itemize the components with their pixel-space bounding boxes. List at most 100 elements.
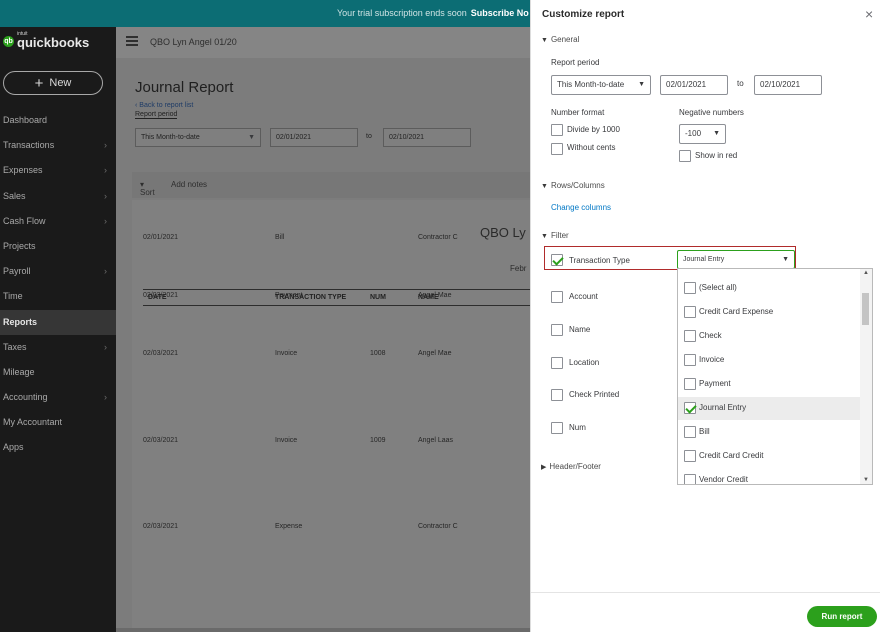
dropdown-option[interactable]: Bill — [678, 421, 860, 444]
account-checkbox[interactable] — [551, 291, 563, 303]
dropdown-option[interactable]: Credit Card Expense — [678, 301, 860, 324]
run-report-button[interactable]: Run report — [807, 606, 877, 627]
option-checkbox[interactable] — [684, 402, 696, 414]
negative-numbers-value: -100 — [685, 129, 702, 138]
option-checkbox[interactable] — [684, 330, 696, 342]
transaction-type-checkbox[interactable] — [551, 254, 563, 266]
show-in-red-checkbox[interactable] — [679, 150, 691, 162]
report-period-select[interactable]: This Month-to-date ▼ — [551, 75, 651, 95]
option-checkbox[interactable] — [684, 450, 696, 462]
sidebar-item-label: Time — [3, 291, 23, 302]
horizontal-scrollbar[interactable] — [116, 628, 530, 632]
transaction-type-label: Transaction Type — [569, 256, 630, 265]
sidebar-item-projects[interactable]: Projects — [0, 234, 116, 259]
sidebar-item-expenses[interactable]: Expenses › — [0, 158, 116, 183]
general-section-toggle[interactable]: ▼ General — [541, 35, 579, 44]
dropdown-option[interactable]: Invoice — [678, 349, 860, 372]
option-checkbox[interactable] — [684, 378, 696, 390]
scroll-up-icon[interactable]: ▲ — [863, 270, 869, 276]
new-button[interactable]: + New — [3, 71, 103, 95]
cell-date: 02/03/2021 — [143, 350, 179, 357]
name-checkbox[interactable] — [551, 324, 563, 336]
sidebar-item-my-accountant[interactable]: My Accountant — [0, 410, 116, 435]
sort-button[interactable]: Sort ▾ — [140, 180, 155, 197]
sidebar-item-transactions[interactable]: Transactions › — [0, 133, 116, 158]
dropdown-option[interactable]: Vendor Credit — [678, 469, 860, 484]
location-checkbox[interactable] — [551, 357, 563, 369]
report-body: QBO Ly Febr DATE TRANSACTION TYPE NUM NA… — [132, 200, 530, 632]
option-checkbox[interactable] — [684, 306, 696, 318]
dropdown-option[interactable]: Payment — [678, 373, 860, 396]
new-button-label: New — [49, 77, 72, 89]
sidebar-item-reports[interactable]: Reports — [0, 309, 116, 335]
header-footer-section-toggle[interactable]: ▶ Header/Footer — [541, 462, 601, 471]
sidebar-item-accounting[interactable]: Accounting › — [0, 385, 116, 410]
report-period-value: This Month-to-date — [557, 80, 625, 89]
quickbooks-logo[interactable]: qb intuit quickbooks — [3, 31, 113, 54]
subscribe-link[interactable]: Subscribe No — [471, 8, 529, 18]
table-row[interactable]: 02/03/2021 Expense Contractor C — [143, 523, 530, 535]
rows-columns-section-toggle[interactable]: ▼ Rows/Columns — [541, 181, 605, 190]
caret-down-icon: ▼ — [541, 233, 548, 240]
option-label: Check — [699, 331, 722, 340]
caret-right-icon: ▶ — [541, 464, 547, 471]
report-date-header: Febr — [510, 264, 527, 273]
transaction-type-select[interactable]: Journal Entry ▼ — [677, 250, 795, 269]
sidebar-item-taxes[interactable]: Taxes › — [0, 335, 116, 360]
option-checkbox[interactable] — [684, 426, 696, 438]
option-checkbox[interactable] — [684, 354, 696, 366]
hamburger-menu-icon[interactable] — [126, 36, 138, 46]
close-icon[interactable]: × — [865, 6, 873, 22]
table-row[interactable]: 02/01/2021 Bill Contractor C — [143, 234, 530, 246]
divide-by-1000-checkbox[interactable] — [551, 124, 563, 136]
sidebar-item-label: Apps — [3, 442, 24, 453]
dropdown-option[interactable]: Journal Entry — [678, 397, 860, 420]
back-to-report-list-link[interactable]: ‹ Back to report list — [135, 102, 193, 109]
num-checkbox[interactable] — [551, 422, 563, 434]
table-row[interactable]: 02/03/2021 Invoice 1009 Angel Laas — [143, 437, 530, 449]
cell-num: 1009 — [370, 437, 386, 444]
sidebar-item-mileage[interactable]: Mileage — [0, 360, 116, 385]
date-to-input[interactable]: 02/10/2021 — [754, 75, 822, 95]
table-row[interactable]: 02/03/2021 Invoice 1008 Angel Mae — [143, 350, 530, 362]
scroll-down-icon[interactable]: ▼ — [863, 477, 869, 483]
dropdown-scrollbar[interactable]: ▲ ▼ — [860, 269, 872, 484]
option-label: Vendor Credit — [699, 475, 748, 484]
add-notes-button[interactable]: Add notes — [171, 180, 207, 189]
sidebar-item-dashboard[interactable]: Dashboard — [0, 108, 116, 133]
to-label: to — [737, 79, 744, 88]
num-label: Num — [569, 423, 586, 432]
sidebar-item-sales[interactable]: Sales › — [0, 184, 116, 209]
negative-numbers-select[interactable]: -100 ▼ — [679, 124, 726, 144]
back-link-text: Back to report list — [139, 102, 194, 109]
dropdown-option[interactable]: Check — [678, 325, 860, 348]
date-from-input[interactable]: 02/01/2021 — [660, 75, 728, 95]
qb-logo-icon: qb — [3, 36, 14, 47]
report-period-select[interactable]: This Month-to-date ▼ — [135, 128, 261, 147]
check-printed-checkbox[interactable] — [551, 389, 563, 401]
cell-name: Contractor C — [418, 523, 458, 530]
panel-title: Customize report — [542, 9, 625, 20]
dropdown-option[interactable]: (Select all) — [678, 277, 860, 300]
table-row[interactable]: 02/02/2021 Payment Angel Mae — [143, 292, 530, 304]
cell-type: Bill — [275, 234, 285, 241]
date-from-input[interactable]: 02/01/2021 — [270, 128, 358, 147]
name-label: Name — [569, 325, 591, 334]
date-to-input[interactable]: 02/10/2021 — [383, 128, 471, 147]
report-period-label: Report period — [551, 58, 600, 67]
sidebar-item-time[interactable]: Time — [0, 284, 116, 309]
dropdown-option[interactable]: Credit Card Credit — [678, 445, 860, 468]
option-checkbox[interactable] — [684, 474, 696, 484]
option-label: Credit Card Credit — [699, 451, 764, 460]
trial-text: Your trial subscription ends soon — [337, 8, 467, 18]
scrollbar-thumb[interactable] — [862, 293, 869, 325]
sidebar-item-apps[interactable]: Apps — [0, 435, 116, 460]
without-cents-checkbox[interactable] — [551, 143, 563, 155]
option-checkbox[interactable] — [684, 282, 696, 294]
trial-message: Your trial subscription ends soon Subscri… — [337, 8, 529, 18]
sidebar-item-payroll[interactable]: Payroll › — [0, 259, 116, 284]
company-name: QBO Lyn Angel 01/20 — [150, 37, 237, 47]
change-columns-link[interactable]: Change columns — [551, 203, 611, 212]
filter-section-toggle[interactable]: ▼ Filter — [541, 231, 569, 240]
sidebar-item-cash-flow[interactable]: Cash Flow › — [0, 209, 116, 234]
